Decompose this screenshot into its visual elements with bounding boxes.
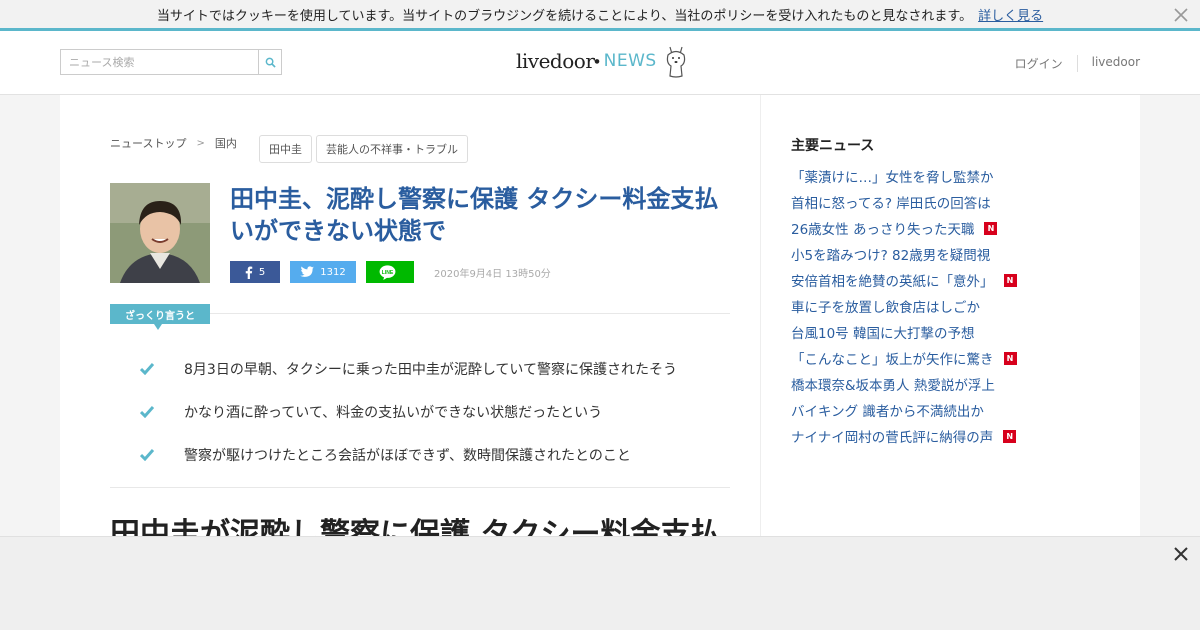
tag-tanaka-kei[interactable]: 田中圭	[259, 135, 312, 163]
cookie-details-link[interactable]: 詳しく見る	[978, 5, 1043, 24]
dog-mascot-icon	[666, 46, 685, 78]
summary-divider	[210, 313, 730, 314]
news-item-text[interactable]: 安倍首相を絶賛の英紙に「意外」	[791, 270, 994, 290]
news-item[interactable]: バイキング 識者から不満続出か	[791, 397, 1017, 423]
twitter-share-button[interactable]: 1312	[290, 261, 356, 283]
news-item-text[interactable]: 小5を踏みつけ? 82歳男を疑問視	[791, 244, 990, 264]
new-badge: N	[1003, 429, 1017, 443]
logo-livedoor: livedoor	[516, 49, 595, 73]
summary-point: かなり酒に酔っていて、料金の支払いができない状態だったという	[140, 390, 740, 433]
breadcrumb: ニューストップ > 国内	[110, 135, 237, 151]
news-item[interactable]: 26歳女性 あっさり失った天職 N	[791, 215, 1017, 241]
cookie-banner: 当サイトではクッキーを使用しています。当サイトのブラウジングを続けることにより、…	[0, 0, 1200, 31]
news-item[interactable]: 小5を踏みつけ? 82歳男を疑問視	[791, 241, 1017, 267]
news-item-text[interactable]: 26歳女性 あっさり失った天職	[791, 218, 974, 238]
summary-point: 8月3日の早朝、タクシーに乗った田中圭が泥酔していて警察に保護されたそう	[140, 347, 740, 390]
bottom-ad-overlay	[0, 536, 1200, 630]
news-item-text[interactable]: 首相に怒ってる? 岸田氏の回答は	[791, 192, 991, 212]
site-header: livedoor● NEWS ログイン livedoor	[0, 31, 1200, 95]
twitter-icon	[300, 266, 315, 277]
news-item-text[interactable]: 台風10号 韓国に大打撃の予想	[791, 322, 974, 342]
portrait-image	[110, 183, 210, 283]
summary-point: 警察が駆けつけたところ会話がほぼできず、数時間保護されたとのこと	[140, 433, 740, 476]
summary-point-text: 警察が駆けつけたところ会話がほぼできず、数時間保護されたとのこと	[184, 447, 631, 464]
news-item[interactable]: 台風10号 韓国に大打撃の予想	[791, 319, 1017, 345]
news-item[interactable]: 橋本環奈&坂本勇人 熱愛説が浮上	[791, 371, 1017, 397]
line-share-button[interactable]: LINE	[366, 261, 414, 283]
check-icon	[140, 362, 184, 375]
facebook-count: 5	[258, 266, 266, 278]
search-form	[60, 49, 282, 75]
facebook-share-button[interactable]: 5	[230, 261, 280, 283]
new-badge: N	[1003, 273, 1017, 287]
summary-point-text: 8月3日の早朝、タクシーに乗った田中圭が泥酔していて警察に保護されたそう	[184, 361, 677, 378]
article-title: 田中圭、泥酔し警察に保護 タクシー料金支払いができない状態で	[230, 185, 719, 245]
major-news-title: 主要ニュース	[791, 138, 875, 154]
publish-date: 2020年9月4日 13時50分	[434, 268, 551, 280]
login-link[interactable]: ログイン	[1001, 55, 1077, 72]
search-icon	[265, 57, 276, 68]
article-thumbnail[interactable]	[110, 183, 210, 283]
news-item[interactable]: 「こんなこと」坂上が矢作に驚き N	[791, 345, 1017, 371]
news-item-text[interactable]: バイキング 識者から不満続出か	[791, 400, 984, 420]
news-item[interactable]: 首相に怒ってる? 岸田氏の回答は	[791, 189, 1017, 215]
news-item[interactable]: 「薬漬けに…」女性を脅し監禁か	[791, 163, 1017, 189]
news-item-text[interactable]: 「薬漬けに…」女性を脅し監禁か	[791, 166, 994, 186]
major-news-list: 「薬漬けに…」女性を脅し監禁か 首相に怒ってる? 岸田氏の回答は 26歳女性 あ…	[791, 163, 1017, 449]
summary-label: ざっくり言うと	[110, 304, 210, 330]
search-input[interactable]	[60, 49, 258, 75]
logo-news: NEWS	[603, 51, 657, 71]
new-badge: N	[1003, 351, 1017, 365]
news-item-text[interactable]: ナイナイ岡村の菅氏評に納得の声	[791, 426, 993, 446]
twitter-count: 1312	[320, 266, 346, 278]
breadcrumb-news-top[interactable]: ニューストップ	[110, 135, 186, 151]
line-icon: LINE	[379, 264, 395, 280]
summary-points: 8月3日の早朝、タクシーに乗った田中圭が泥酔していて警察に保護されたそう かなり…	[140, 347, 740, 476]
news-item-text[interactable]: 車に子を放置し飲食店はしごか	[791, 296, 980, 316]
check-icon	[140, 405, 184, 418]
breadcrumb-domestic[interactable]: 国内	[215, 135, 237, 151]
chevron-right-icon: >	[196, 137, 205, 149]
check-icon	[140, 448, 184, 461]
search-button[interactable]	[258, 49, 282, 75]
news-item[interactable]: ナイナイ岡村の菅氏評に納得の声 N	[791, 423, 1017, 449]
article-divider	[110, 487, 730, 488]
news-item[interactable]: 車に子を放置し飲食店はしごか	[791, 293, 1017, 319]
summary-point-text: かなり酒に酔っていて、料金の支払いができない状態だったという	[184, 404, 603, 421]
topic-tags: 田中圭 芸能人の不祥事・トラブル	[255, 135, 468, 163]
site-logo[interactable]: livedoor ● NEWS	[516, 43, 689, 79]
livedoor-link[interactable]: livedoor	[1076, 55, 1140, 72]
header-nav: ログイン livedoor	[1001, 55, 1140, 72]
svg-text:LINE: LINE	[381, 269, 393, 275]
logo-registered-mark: ●	[594, 57, 600, 65]
close-icon[interactable]	[1172, 545, 1190, 563]
facebook-icon	[245, 266, 253, 279]
tag-celebrity-scandal[interactable]: 芸能人の不祥事・トラブル	[316, 135, 468, 163]
new-badge: N	[984, 221, 998, 235]
news-item[interactable]: 安倍首相を絶賛の英紙に「意外」 N	[791, 267, 1017, 293]
news-item-text[interactable]: 「こんなこと」坂上が矢作に驚き	[791, 348, 994, 368]
share-buttons: 5 1312 LINE 2020年9月4日 13時50分	[230, 261, 551, 283]
cookie-message: 当サイトではクッキーを使用しています。当サイトのブラウジングを続けることにより、…	[156, 8, 973, 24]
news-item-text[interactable]: 橋本環奈&坂本勇人 熱愛説が浮上	[791, 374, 995, 394]
cookie-close-icon[interactable]	[1172, 6, 1190, 24]
